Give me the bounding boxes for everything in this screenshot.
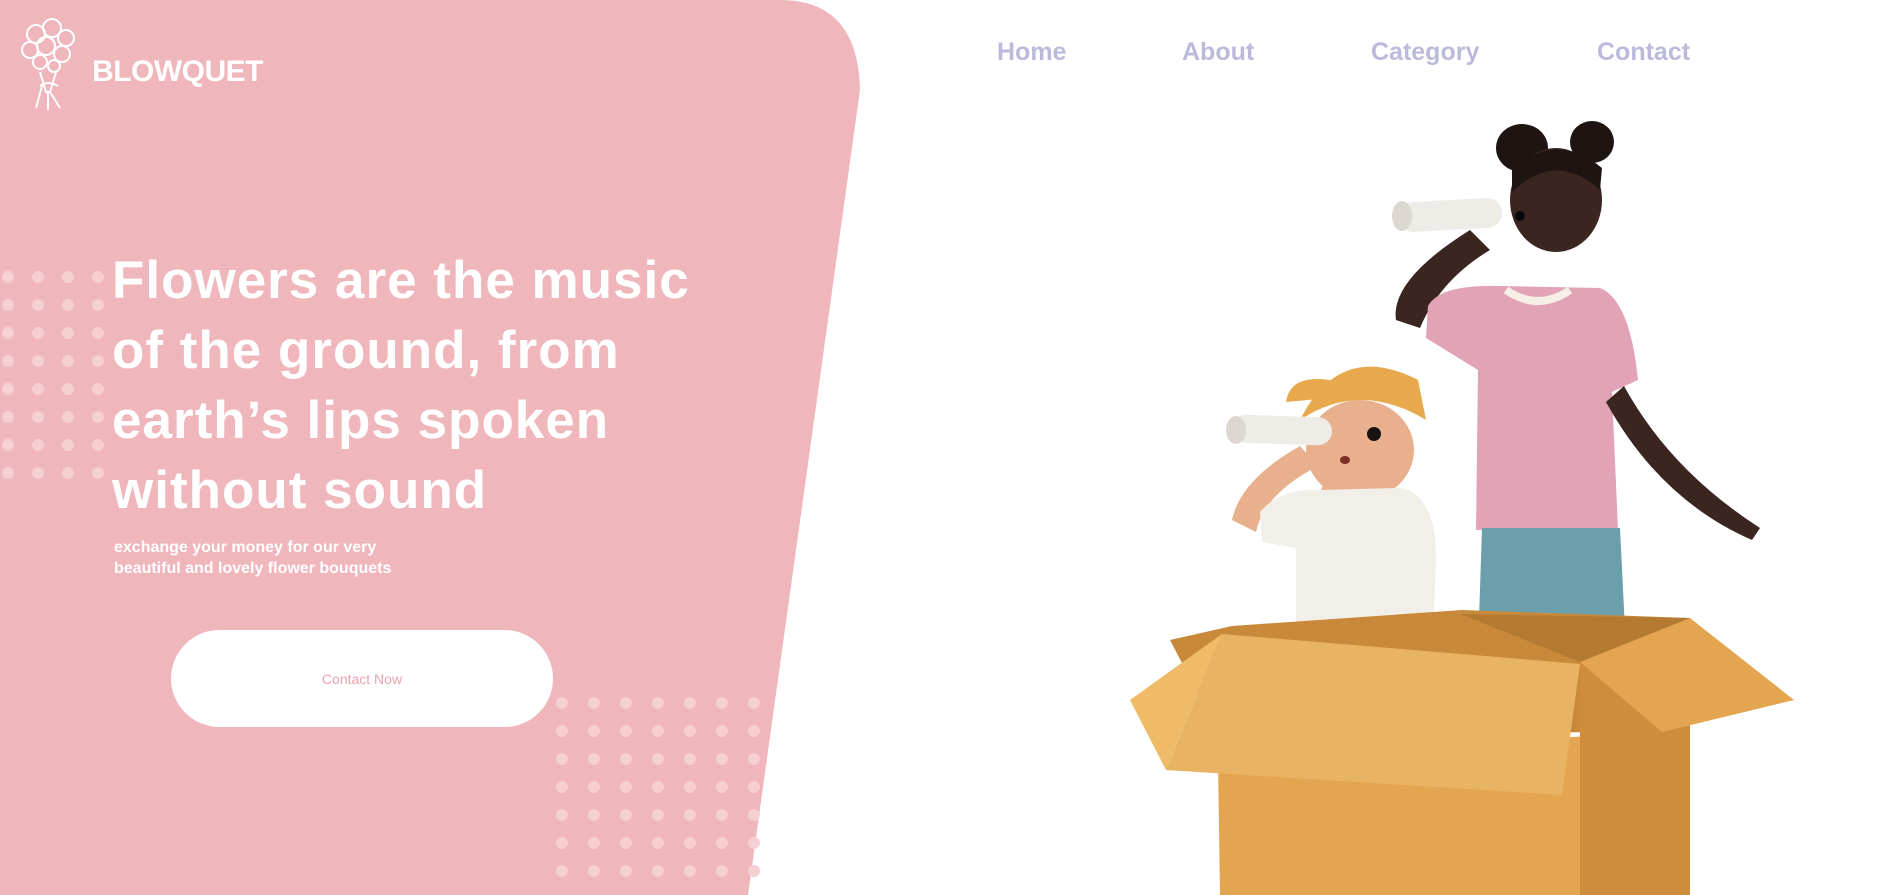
main-nav: Home About Category Contact: [0, 38, 1896, 78]
headline-line: earth’s lips spoken: [112, 391, 610, 450]
hero-headline: Flowers are the music of the ground, fro…: [112, 246, 752, 526]
cardboard-box: [1130, 610, 1794, 895]
subtext-line: beautiful and lovely flower bouquets: [114, 560, 392, 577]
headline-line: of the ground, from: [112, 321, 620, 380]
nav-link-about[interactable]: About: [1182, 38, 1254, 67]
girl-figure: [1392, 121, 1760, 650]
subtext-line: exchange your money for our very: [114, 539, 377, 556]
headline-line: Flowers are the music: [112, 251, 690, 310]
hero-subtext: exchange your money for our very beautif…: [114, 537, 474, 579]
contact-now-button[interactable]: Contact Now: [171, 630, 553, 727]
nav-link-category[interactable]: Category: [1371, 38, 1479, 67]
two-kids-in-cardboard-box-with-telescopes-icon: [1130, 121, 1794, 895]
nav-link-contact[interactable]: Contact: [1597, 38, 1690, 67]
headline-line: without sound: [112, 461, 488, 520]
boy-figure: [1226, 366, 1436, 650]
nav-link-home[interactable]: Home: [997, 38, 1066, 67]
